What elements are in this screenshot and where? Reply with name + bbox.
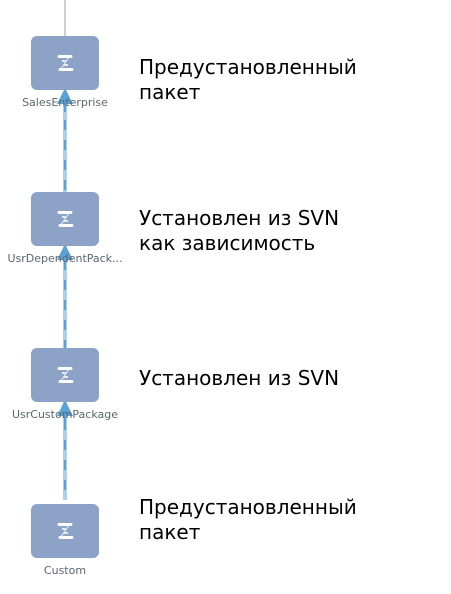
- package-scroll-icon: [57, 367, 74, 383]
- node-custom[interactable]: Custom: [0, 504, 130, 594]
- package-box[interactable]: [31, 36, 99, 90]
- package-box[interactable]: [31, 192, 99, 246]
- node-usr-dependent-package[interactable]: UsrDependentPack...: [0, 192, 130, 282]
- package-dependency-diagram: SalesEnterprise UsrDependentPack... UsrC…: [0, 0, 451, 586]
- node-sales-enterprise[interactable]: SalesEnterprise: [0, 36, 130, 126]
- package-scroll-icon: [57, 523, 74, 539]
- package-label: UsrDependentPack...: [7, 252, 123, 265]
- package-note: Предустановленный пакет: [139, 55, 357, 104]
- node-usr-custom-package[interactable]: UsrCustomPackage: [0, 348, 130, 438]
- package-label: SalesEnterprise: [22, 96, 108, 109]
- package-label: UsrCustomPackage: [11, 408, 119, 421]
- package-scroll-icon: [57, 55, 74, 71]
- package-box[interactable]: [31, 348, 99, 402]
- package-label: Custom: [43, 564, 87, 577]
- package-scroll-icon: [57, 211, 74, 227]
- package-box[interactable]: [31, 504, 99, 558]
- package-note: Предустановленный пакет: [139, 495, 357, 544]
- package-note: Установлен из SVN как зависимость: [139, 206, 340, 255]
- package-note: Установлен из SVN: [139, 366, 340, 390]
